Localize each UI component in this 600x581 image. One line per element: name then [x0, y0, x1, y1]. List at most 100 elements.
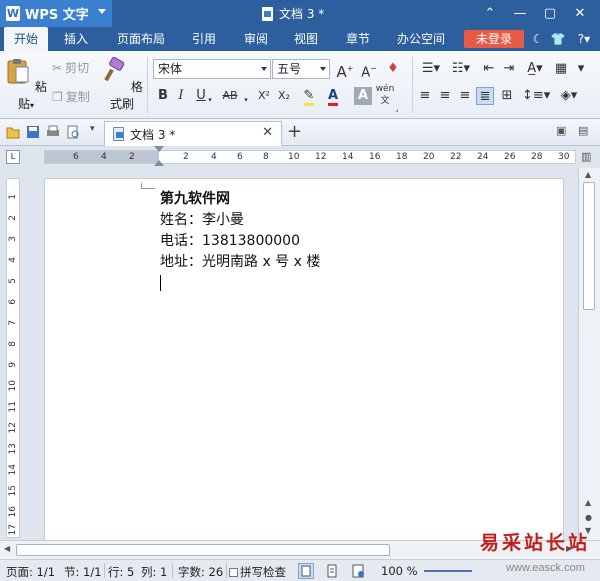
- document-body[interactable]: 第九软件网 姓名：李小曼 电话：13813800000 地址：光明南路 x 号 …: [160, 189, 320, 294]
- status-section[interactable]: 节: 1/1: [64, 564, 102, 580]
- clear-format-icon[interactable]: ♦: [384, 60, 402, 78]
- minimize-button[interactable]: —: [506, 3, 534, 23]
- zoom-level[interactable]: 100 %: [381, 564, 418, 578]
- pinyin-guide-button[interactable]: wén 文: [374, 83, 396, 106]
- copy-button[interactable]: ❐ 复制: [52, 88, 90, 105]
- bullet-list-icon[interactable]: ☰▾: [418, 60, 444, 78]
- close-tab-icon[interactable]: ✕: [262, 125, 273, 140]
- page-nav-icon[interactable]: ●: [585, 513, 592, 522]
- outline-view-icon[interactable]: [324, 563, 340, 579]
- strikethrough-button[interactable]: AB: [218, 87, 242, 105]
- document-line: 姓名：李小曼: [160, 212, 244, 228]
- font-color-label: A: [327, 88, 339, 106]
- cut-button[interactable]: ✂ 剪切: [52, 59, 89, 76]
- paragraph-shading-icon[interactable]: ◈▾: [556, 87, 582, 105]
- ruler-tick: 13: [8, 443, 18, 455]
- close-window-button[interactable]: ✕: [566, 3, 594, 23]
- tab-office-space[interactable]: 办公空间: [390, 27, 452, 51]
- tab-chapter[interactable]: 章节: [336, 27, 380, 51]
- tab-review[interactable]: 审阅: [234, 27, 278, 51]
- print-preview-icon[interactable]: [66, 125, 80, 139]
- ruler-tick: 16: [369, 152, 381, 162]
- format-painter-button[interactable]: 格式刷: [100, 55, 144, 113]
- tab-menu-icon[interactable]: ▤: [578, 124, 588, 137]
- chevron-down-icon[interactable]: ▾: [206, 91, 214, 109]
- indent-marker[interactable]: [154, 146, 164, 168]
- moon-icon[interactable]: ☾: [530, 31, 546, 47]
- vertical-ruler-track: [6, 178, 20, 538]
- tab-view[interactable]: 视图: [284, 27, 328, 51]
- scroll-right-icon[interactable]: ▶: [566, 544, 572, 553]
- character-shading-icon[interactable]: A: [354, 87, 372, 105]
- scroll-down-icon[interactable]: ▼: [585, 526, 591, 535]
- status-page[interactable]: 页面: 1/1: [6, 564, 55, 580]
- numbered-list-icon[interactable]: ☷▾: [448, 60, 474, 78]
- vertical-scrollbar[interactable]: ▲ ▲ ● ▼: [578, 168, 600, 540]
- highlight-button[interactable]: ✎: [298, 87, 320, 106]
- vertical-scroll-thumb[interactable]: [583, 182, 595, 310]
- tab-stop-selector[interactable]: L: [6, 150, 20, 164]
- brush-icon: [104, 56, 125, 82]
- subscript-button[interactable]: X₂: [274, 87, 294, 105]
- grow-font-icon[interactable]: A+: [336, 60, 354, 81]
- tab-insert[interactable]: 插入: [54, 27, 98, 51]
- collapse-ribbon-button[interactable]: ⌃: [476, 3, 504, 23]
- document-page[interactable]: 第九软件网 姓名：李小曼 电话：13813800000 地址：光明南路 x 号 …: [44, 178, 564, 540]
- more-icon[interactable]: ▾: [572, 60, 590, 78]
- justify-icon[interactable]: ≣: [476, 87, 494, 105]
- horizontal-ruler[interactable]: 6 4 2 2 4 6 8 10 12 14 16 18 20 22 24 26…: [44, 150, 576, 164]
- chevron-down-icon: [98, 9, 106, 14]
- print-icon[interactable]: [46, 125, 60, 139]
- ruler-tick: 12: [8, 422, 18, 434]
- font-dialog-launcher-icon[interactable]: ⌟: [393, 105, 401, 113]
- increase-indent-icon[interactable]: ⇥: [500, 60, 518, 78]
- table-icon[interactable]: ▦: [552, 60, 570, 78]
- skin-icon[interactable]: 👕: [550, 31, 566, 47]
- login-button[interactable]: 未登录: [464, 30, 524, 48]
- paste-button[interactable]: 粘贴▾: [4, 55, 48, 113]
- font-size-select[interactable]: 五号: [272, 59, 330, 79]
- line-spacing-icon[interactable]: ↕≡▾: [522, 87, 550, 105]
- page-view-icon[interactable]: [298, 563, 314, 579]
- save-icon[interactable]: [26, 125, 40, 139]
- ruler-tick: 2: [129, 152, 135, 162]
- spell-check-label: 拼写检查: [240, 565, 286, 579]
- tab-home[interactable]: 开始: [4, 27, 48, 51]
- document-tab[interactable]: 文档 3 * ✕: [104, 121, 282, 146]
- text-direction-icon[interactable]: A̲▾: [522, 60, 548, 78]
- horizontal-scroll-thumb[interactable]: [16, 544, 390, 556]
- customize-toolbar-icon[interactable]: ▾: [90, 124, 95, 134]
- ruler-toggle-icon[interactable]: ▥: [581, 150, 591, 163]
- shrink-font-icon[interactable]: A−: [360, 60, 378, 80]
- scroll-up-icon[interactable]: ▲: [585, 498, 591, 507]
- font-color-button[interactable]: A: [322, 87, 344, 106]
- bold-button[interactable]: B: [154, 87, 172, 105]
- italic-button[interactable]: I: [172, 87, 190, 105]
- align-center-icon[interactable]: ≡: [436, 87, 454, 105]
- scroll-left-icon[interactable]: ◀: [4, 544, 10, 553]
- spell-check-toggle[interactable]: 拼写检查: [229, 564, 286, 580]
- align-left-icon[interactable]: ≡: [416, 87, 434, 105]
- restore-window-icon[interactable]: ▣: [556, 124, 566, 137]
- status-word-count[interactable]: 字数: 26: [178, 564, 223, 580]
- superscript-button[interactable]: X²: [254, 87, 274, 105]
- scroll-up-icon[interactable]: ▲: [585, 170, 591, 179]
- web-view-icon[interactable]: [350, 563, 366, 579]
- distributed-align-icon[interactable]: ⊞: [498, 87, 516, 105]
- ruler-tick: 8: [8, 341, 18, 347]
- help-icon[interactable]: ?▾: [572, 31, 596, 47]
- font-name-select[interactable]: 宋体: [153, 59, 271, 79]
- chevron-down-icon[interactable]: ▾: [242, 91, 250, 109]
- decrease-indent-icon[interactable]: ⇤: [480, 60, 498, 78]
- menu-bar: 开始 插入 页面布局 引用 审阅 视图 章节 办公空间 未登录 ☾ 👕 ?▾: [0, 27, 600, 51]
- open-folder-icon[interactable]: [6, 125, 20, 139]
- horizontal-scrollbar[interactable]: ◀ ▶: [0, 540, 600, 559]
- zoom-slider[interactable]: [424, 570, 472, 572]
- tab-references[interactable]: 引用: [182, 27, 226, 51]
- maximize-button[interactable]: ▢: [536, 3, 564, 23]
- new-tab-icon[interactable]: +: [287, 121, 302, 142]
- app-menu-button[interactable]: W WPS 文字: [0, 0, 112, 27]
- align-right-icon[interactable]: ≡: [456, 87, 474, 105]
- document-canvas: 第九软件网 姓名：李小曼 电话：13813800000 地址：光明南路 x 号 …: [24, 168, 578, 540]
- tab-page-layout[interactable]: 页面布局: [110, 27, 172, 51]
